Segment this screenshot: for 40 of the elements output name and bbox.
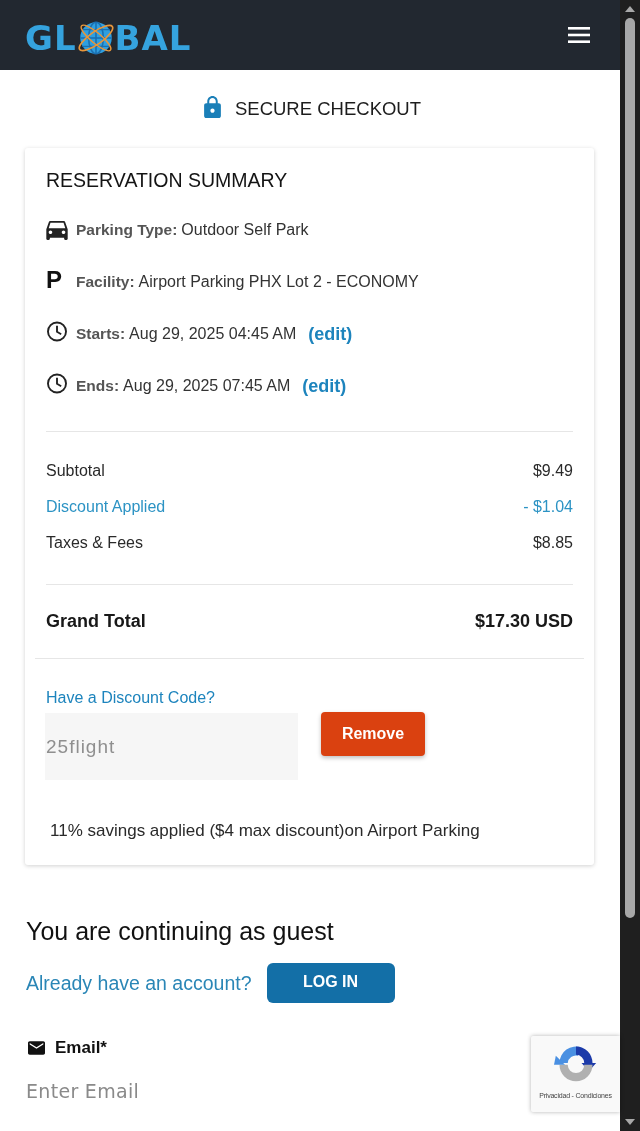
clock-icon bbox=[46, 372, 68, 394]
parking-sign-icon: P bbox=[46, 268, 68, 292]
detail-label: Facility: bbox=[76, 273, 135, 291]
login-button[interactable]: LOG IN bbox=[266, 963, 395, 1003]
detail-value: Outdoor Self Park bbox=[181, 221, 309, 239]
price-label: Subtotal bbox=[46, 462, 105, 480]
scrollbar[interactable] bbox=[620, 0, 640, 1131]
grand-total-amount: $17.30 USD bbox=[474, 611, 573, 632]
email-label: Email* bbox=[55, 1038, 107, 1058]
scrollbar-thumb[interactable] bbox=[625, 18, 635, 918]
detail-value: Airport Parking PHX Lot 2 - ECONOMY bbox=[138, 273, 419, 291]
price-amount: $9.49 bbox=[532, 462, 573, 480]
price-amount: - $1.04 bbox=[523, 498, 573, 516]
summary-title: RESERVATION SUMMARY bbox=[46, 168, 289, 192]
detail-label: Ends: bbox=[76, 377, 120, 395]
detail-value: Aug 29, 2025 04:45 AM bbox=[129, 325, 297, 343]
scroll-down-icon[interactable] bbox=[625, 1119, 635, 1125]
edit-link[interactable]: (edit) bbox=[302, 375, 347, 397]
detail-label: Starts: bbox=[76, 325, 126, 343]
guest-heading: You are continuing as guest bbox=[26, 916, 335, 947]
mail-icon bbox=[28, 1041, 45, 1055]
clock-icon bbox=[46, 320, 68, 342]
logo-text[interactable]: BAL bbox=[114, 18, 192, 58]
grand-total-label: Grand Total bbox=[46, 611, 146, 632]
discount-code-label: Have a Discount Code? bbox=[46, 689, 216, 707]
detail-label: Parking Type: bbox=[76, 221, 178, 239]
car-icon bbox=[46, 220, 68, 240]
price-amount: $8.85 bbox=[532, 534, 573, 552]
price-label: Discount Applied bbox=[46, 498, 166, 516]
account-prompt: Already have an account? bbox=[26, 971, 252, 995]
logo-text[interactable]: GL bbox=[25, 18, 77, 58]
email-field[interactable]: Enter Email bbox=[26, 1074, 326, 1108]
edit-link[interactable]: (edit) bbox=[308, 323, 353, 345]
savings-note: 11% savings applied ($4 max discount)on Airport Parking bbox=[50, 821, 481, 841]
menu-icon[interactable] bbox=[568, 27, 590, 43]
detail-value: Aug 29, 2025 07:45 AM bbox=[123, 377, 291, 395]
price-label: Taxes & Fees bbox=[46, 534, 143, 552]
scroll-up-icon[interactable] bbox=[625, 6, 635, 12]
secure-checkout-label: SECURE CHECKOUT bbox=[234, 98, 422, 120]
lock-icon bbox=[202, 96, 222, 118]
